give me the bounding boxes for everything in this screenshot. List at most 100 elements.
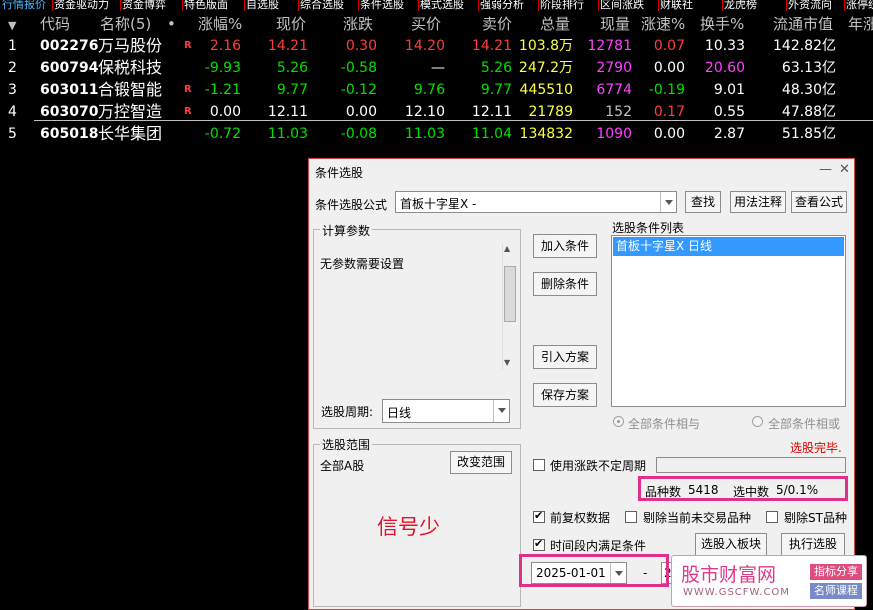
col-header-change[interactable]: 涨跌: [343, 14, 373, 34]
col-header-speed[interactable]: 涨速%: [641, 14, 685, 34]
scroll-thumb[interactable]: [504, 266, 516, 322]
remove-untraded-checkbox[interactable]: [625, 511, 637, 523]
period-select[interactable]: 日线: [382, 399, 510, 423]
tab-6[interactable]: 条件选股: [360, 0, 404, 11]
save-plan-button[interactable]: 保存方案: [533, 383, 597, 407]
cell-speed: 0.07: [653, 38, 685, 54]
params-scrollbar[interactable]: ▲ ▼: [502, 244, 518, 370]
col-header-turnover[interactable]: 换手%: [700, 14, 744, 34]
usage-notes-button[interactable]: 用法注释: [730, 191, 786, 213]
tab-13[interactable]: 外资流向: [788, 0, 832, 11]
radio-or[interactable]: [752, 416, 763, 427]
cell-cur-vol: 12781: [587, 38, 632, 54]
col-header-dot: •: [167, 15, 176, 33]
tab-separator: [658, 0, 659, 11]
formula-select[interactable]: 首板十字星X -: [395, 191, 677, 213]
cell-speed: 0.00: [653, 126, 685, 142]
cell-idx: 3: [8, 82, 17, 98]
cell-speed: -0.19: [648, 82, 685, 98]
tab-8[interactable]: 强弱分析: [480, 0, 524, 11]
range-value: 全部A股: [320, 459, 365, 473]
import-plan-button[interactable]: 引入方案: [533, 345, 597, 369]
tab-11[interactable]: 财联社: [660, 0, 693, 11]
cell-idx: 2: [8, 60, 17, 76]
period-cond-label: 时间段内满足条件: [550, 539, 647, 553]
cell-idx: 4: [8, 104, 17, 120]
tab-3[interactable]: 特色版面: [184, 0, 228, 11]
tab-strip: 行情报价 资金驱动力 资金博弈 特色版面 自选股 综合选股 条件选股 模式选股 强弱分析 阶段排行…: [0, 0, 873, 11]
chevron-down-icon[interactable]: [493, 400, 509, 422]
find-button[interactable]: 查找: [685, 191, 721, 213]
condition-list[interactable]: 首板十字星X 日线: [611, 235, 846, 407]
tab-9[interactable]: 阶段排行: [540, 0, 584, 11]
table-row[interactable]: 5 605018 长华集团 -0.72 11.03 -0.08 11.03 11.04 1348…: [0, 123, 873, 145]
cell-change-pct: -1.21: [204, 82, 241, 98]
cell-volume: 134832: [519, 126, 573, 142]
tab-10[interactable]: 区间涨跌: [600, 0, 644, 11]
formula-value: 首板十字星X -: [400, 197, 477, 211]
period-cond-checkbox[interactable]: [533, 537, 545, 551]
condition-list-title: 选股条件列表: [612, 221, 685, 235]
tab-2[interactable]: 资金博弈: [122, 0, 166, 11]
tab-separator: [244, 0, 245, 11]
to-board-button[interactable]: 选股入板块: [695, 533, 767, 556]
cell-turnover: 9.01: [713, 82, 745, 98]
minimize-icon[interactable]: —: [819, 162, 832, 177]
cell-name: 万马股份: [98, 36, 163, 55]
tab-14[interactable]: 涨停统: [846, 0, 873, 11]
table-row[interactable]: 3 603011 合锻智能 R -1.21 9.77 -0.12 9.76 9.77 445510…: [0, 79, 873, 101]
cell-ask: 9.77: [480, 82, 512, 98]
scroll-up-icon[interactable]: ▲: [504, 244, 510, 253]
watermark-tag2: 名师课程: [810, 583, 862, 599]
col-header-price[interactable]: 现价: [276, 14, 306, 34]
cell-price: 14.21: [267, 38, 308, 54]
tab-separator: [52, 0, 53, 11]
col-header-ask[interactable]: 卖价: [482, 14, 512, 34]
tab-separator: [844, 0, 845, 11]
tab-0[interactable]: 行情报价: [2, 0, 46, 11]
cell-turnover: 2.87: [713, 126, 745, 142]
tab-1[interactable]: 资金驱动力: [54, 0, 109, 11]
col-header-bid[interactable]: 买价: [411, 14, 441, 34]
tab-5[interactable]: 综合选股: [300, 0, 344, 11]
col-header-mktcap[interactable]: 流通市值: [773, 14, 833, 34]
col-header-name[interactable]: 名称(5): [100, 14, 151, 34]
sort-arrow-icon[interactable]: ▼: [8, 16, 16, 36]
cell-change-pct: -0.72: [204, 126, 241, 142]
cell-price: 5.26: [276, 60, 308, 76]
scroll-down-icon[interactable]: ▼: [504, 358, 510, 367]
add-condition-button[interactable]: 加入条件: [533, 234, 597, 258]
col-header-code[interactable]: 代码: [40, 14, 70, 34]
change-range-button[interactable]: 改变范围: [450, 451, 512, 474]
tab-7[interactable]: 模式选股: [420, 0, 464, 11]
cell-change: -0.08: [340, 126, 377, 142]
remove-st-checkbox[interactable]: [766, 511, 778, 523]
radio-and[interactable]: [613, 416, 624, 427]
tab-separator: [786, 0, 787, 11]
cell-mktcap: 63.13亿: [781, 60, 836, 76]
cell-volume: 247.2万: [518, 60, 573, 76]
cell-code: 600794: [40, 60, 99, 76]
tab-separator: [598, 0, 599, 11]
col-header-volume[interactable]: 总量: [540, 14, 570, 34]
forward-adj-checkbox[interactable]: [533, 509, 545, 523]
period-input[interactable]: [656, 457, 846, 473]
close-icon[interactable]: ✕: [839, 162, 850, 177]
delete-condition-button[interactable]: 删除条件: [533, 272, 597, 296]
chevron-down-icon[interactable]: [660, 192, 676, 212]
col-header-cur-vol[interactable]: 现量: [600, 14, 630, 34]
cell-speed: 0.00: [653, 60, 685, 76]
view-formula-button[interactable]: 查看公式: [791, 191, 847, 213]
tab-4[interactable]: 自选股: [246, 0, 279, 11]
use-period-checkbox[interactable]: [533, 459, 545, 471]
col-header-extra[interactable]: 年涨: [848, 14, 873, 34]
execute-button[interactable]: 执行选股: [781, 533, 845, 556]
table-row[interactable]: 1 002276 万马股份 R 2.16 14.21 0.30 14.20 14.21 103.8…: [0, 35, 873, 57]
table-row[interactable]: 2 600794 保税科技 -9.93 5.26 -0.58 — 5.26 247.2万 2790…: [0, 57, 873, 79]
cell-name: 长华集团: [98, 124, 163, 143]
condition-list-item[interactable]: 首板十字星X 日线: [613, 237, 844, 256]
cell-volume: 103.8万: [518, 38, 573, 54]
tab-12[interactable]: 龙虎榜: [724, 0, 757, 11]
col-header-change-pct[interactable]: 涨幅%: [198, 14, 242, 34]
dialog-titlebar[interactable]: 条件选股 — ✕: [309, 159, 854, 183]
